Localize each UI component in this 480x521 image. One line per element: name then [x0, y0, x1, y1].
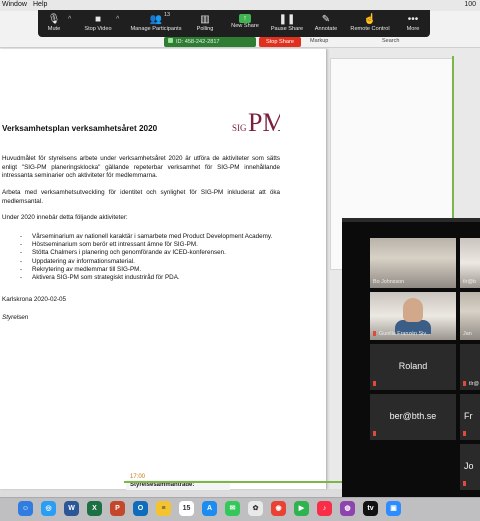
paragraph-development: Arbeta med verksamhetsutveckling för ide… — [2, 189, 280, 205]
activities-list: Vårseminarium av nationell karaktär i sa… — [20, 233, 290, 282]
mute-button[interactable]: 🎙 Mute — [42, 10, 66, 37]
participant-tile[interactable]: Gunilla Franzén Siv... — [370, 292, 456, 340]
paragraph-activities-intro: Under 2020 innebär detta följande aktivi… — [2, 214, 128, 221]
status-icons: 100 — [464, 1, 476, 8]
safari-icon[interactable]: ◎ — [41, 501, 56, 516]
zoom-toolbar: 🎙 Mute ^ ■ Stop Video ^ 👥 Manage Partici… — [38, 10, 430, 37]
signature: Styrelsen — [2, 314, 29, 321]
participant-video — [403, 298, 423, 322]
word-icon[interactable]: W — [64, 501, 79, 516]
mic-muted-icon — [373, 431, 376, 436]
mic-muted-icon — [373, 331, 376, 336]
search-label[interactable]: Search — [382, 38, 399, 44]
menu-help[interactable]: Help — [33, 1, 47, 8]
outlook-icon[interactable]: O — [133, 501, 148, 516]
paragraph-goal: Huvudmålet för styrelsens arbete under v… — [2, 155, 280, 180]
manage-participants-button[interactable]: 👥 Manage Participants — [126, 10, 186, 37]
annotate-button[interactable]: ✎ Annotate — [308, 10, 344, 37]
chevron-up-icon[interactable]: ^ — [68, 16, 71, 23]
powerpoint-icon[interactable]: P — [110, 501, 125, 516]
zoom-icon[interactable]: ▣ — [386, 501, 401, 516]
meeting-bar: ID: 458-242-2817 Stop Share — [164, 37, 304, 47]
list-item: Rekrytering av medlemmar till SIG-PM. — [20, 266, 290, 274]
podcasts-icon[interactable]: ◍ — [340, 501, 355, 516]
share-screen-icon: ↑ — [239, 14, 251, 23]
participant-tile[interactable]: Roland — [370, 344, 456, 390]
remote-control-icon: ☝ — [363, 14, 377, 25]
dock: ☺ ◎ W X P O ≡ 15 A ✉ ✿ ◉ ▶ ♪ ◍ tv ▣ — [0, 497, 480, 521]
poll-icon: ▥ — [200, 14, 210, 25]
photos-icon[interactable]: ✿ — [248, 501, 263, 516]
participant-tile[interactable]: Jo — [460, 444, 480, 490]
pause-icon: ❚❚ — [278, 14, 296, 25]
mic-muted-icon — [463, 481, 466, 486]
list-item: Uppdatering av informationsmaterial. — [20, 258, 290, 266]
facetime-icon[interactable]: ▶ — [294, 501, 309, 516]
list-item: Stötta Chalmers i planering och genomför… — [20, 249, 290, 257]
tv-icon[interactable]: tv — [363, 501, 378, 516]
list-item: Aktivera SIG-PM som strategiskt industri… — [20, 274, 290, 282]
microphone-icon: 🎙 — [47, 14, 61, 25]
polling-button[interactable]: ▥ Polling — [190, 10, 220, 37]
mic-muted-icon — [463, 381, 466, 386]
mic-muted-icon — [373, 381, 376, 386]
mic-muted-icon — [463, 431, 466, 436]
notes-icon[interactable]: ≡ — [156, 501, 171, 516]
stop-share-button[interactable]: Stop Share — [259, 37, 301, 47]
markup-label[interactable]: Markup — [310, 38, 328, 44]
pause-share-button[interactable]: ❚❚ Pause Share — [268, 10, 306, 37]
sig-pm-logo: SIG PM — [232, 108, 280, 137]
list-item: Höstseminarium som berör ett intressant … — [20, 241, 290, 249]
messages-icon[interactable]: ✉ — [225, 501, 240, 516]
shield-icon — [168, 38, 173, 43]
svg-text:PM: PM — [248, 108, 280, 137]
participant-tile[interactable]: tlr@b — [460, 238, 480, 288]
participant-tile[interactable]: Fr — [460, 394, 480, 440]
list-item: Vårseminarium av nationell karaktär i sa… — [20, 233, 290, 241]
app-store-icon[interactable]: A — [202, 501, 217, 516]
menu-window[interactable]: Window — [2, 1, 27, 8]
participant-tile[interactable]: Bo Johnsson — [370, 238, 456, 288]
video-camera-icon: ■ — [94, 14, 102, 25]
more-dots-icon: ••• — [407, 14, 419, 25]
meeting-id[interactable]: ID: 458-242-2817 — [164, 37, 256, 47]
battery-level: 100 — [464, 1, 476, 8]
more-button[interactable]: ••• More — [400, 10, 426, 37]
excel-icon[interactable]: X — [87, 501, 102, 516]
place-date: Karlskrona 2020-02-05 — [2, 296, 67, 303]
pencil-icon: ✎ — [321, 14, 331, 25]
participant-tile[interactable]: Jan — [460, 292, 480, 340]
calendar-icon[interactable]: 15 — [179, 501, 194, 516]
document-title: Verksamhetsplan verksamhetsåret 2020 — [2, 124, 158, 133]
new-share-button[interactable]: ↑ New Share — [226, 10, 264, 37]
finder-icon[interactable]: ☺ — [18, 501, 33, 516]
chevron-up-icon[interactable]: ^ — [116, 16, 119, 23]
music-icon[interactable]: ♪ — [317, 501, 332, 516]
chrome-icon[interactable]: ◉ — [271, 501, 286, 516]
memo-time: 17:00 — [130, 474, 146, 480]
participant-tile[interactable]: ber@bth.se — [370, 394, 456, 440]
participants-icon: 👥 — [149, 14, 163, 25]
participant-count: 13 — [164, 12, 171, 18]
remote-control-button[interactable]: ☝ Remote Control — [346, 10, 394, 37]
participant-tile[interactable]: tlr@ — [460, 344, 480, 390]
svg-text:SIG: SIG — [232, 123, 247, 133]
video-gallery: Bo Johnsson tlr@b Gunilla Franzén Siv...… — [342, 218, 480, 500]
stop-video-button[interactable]: ■ Stop Video — [78, 10, 118, 37]
